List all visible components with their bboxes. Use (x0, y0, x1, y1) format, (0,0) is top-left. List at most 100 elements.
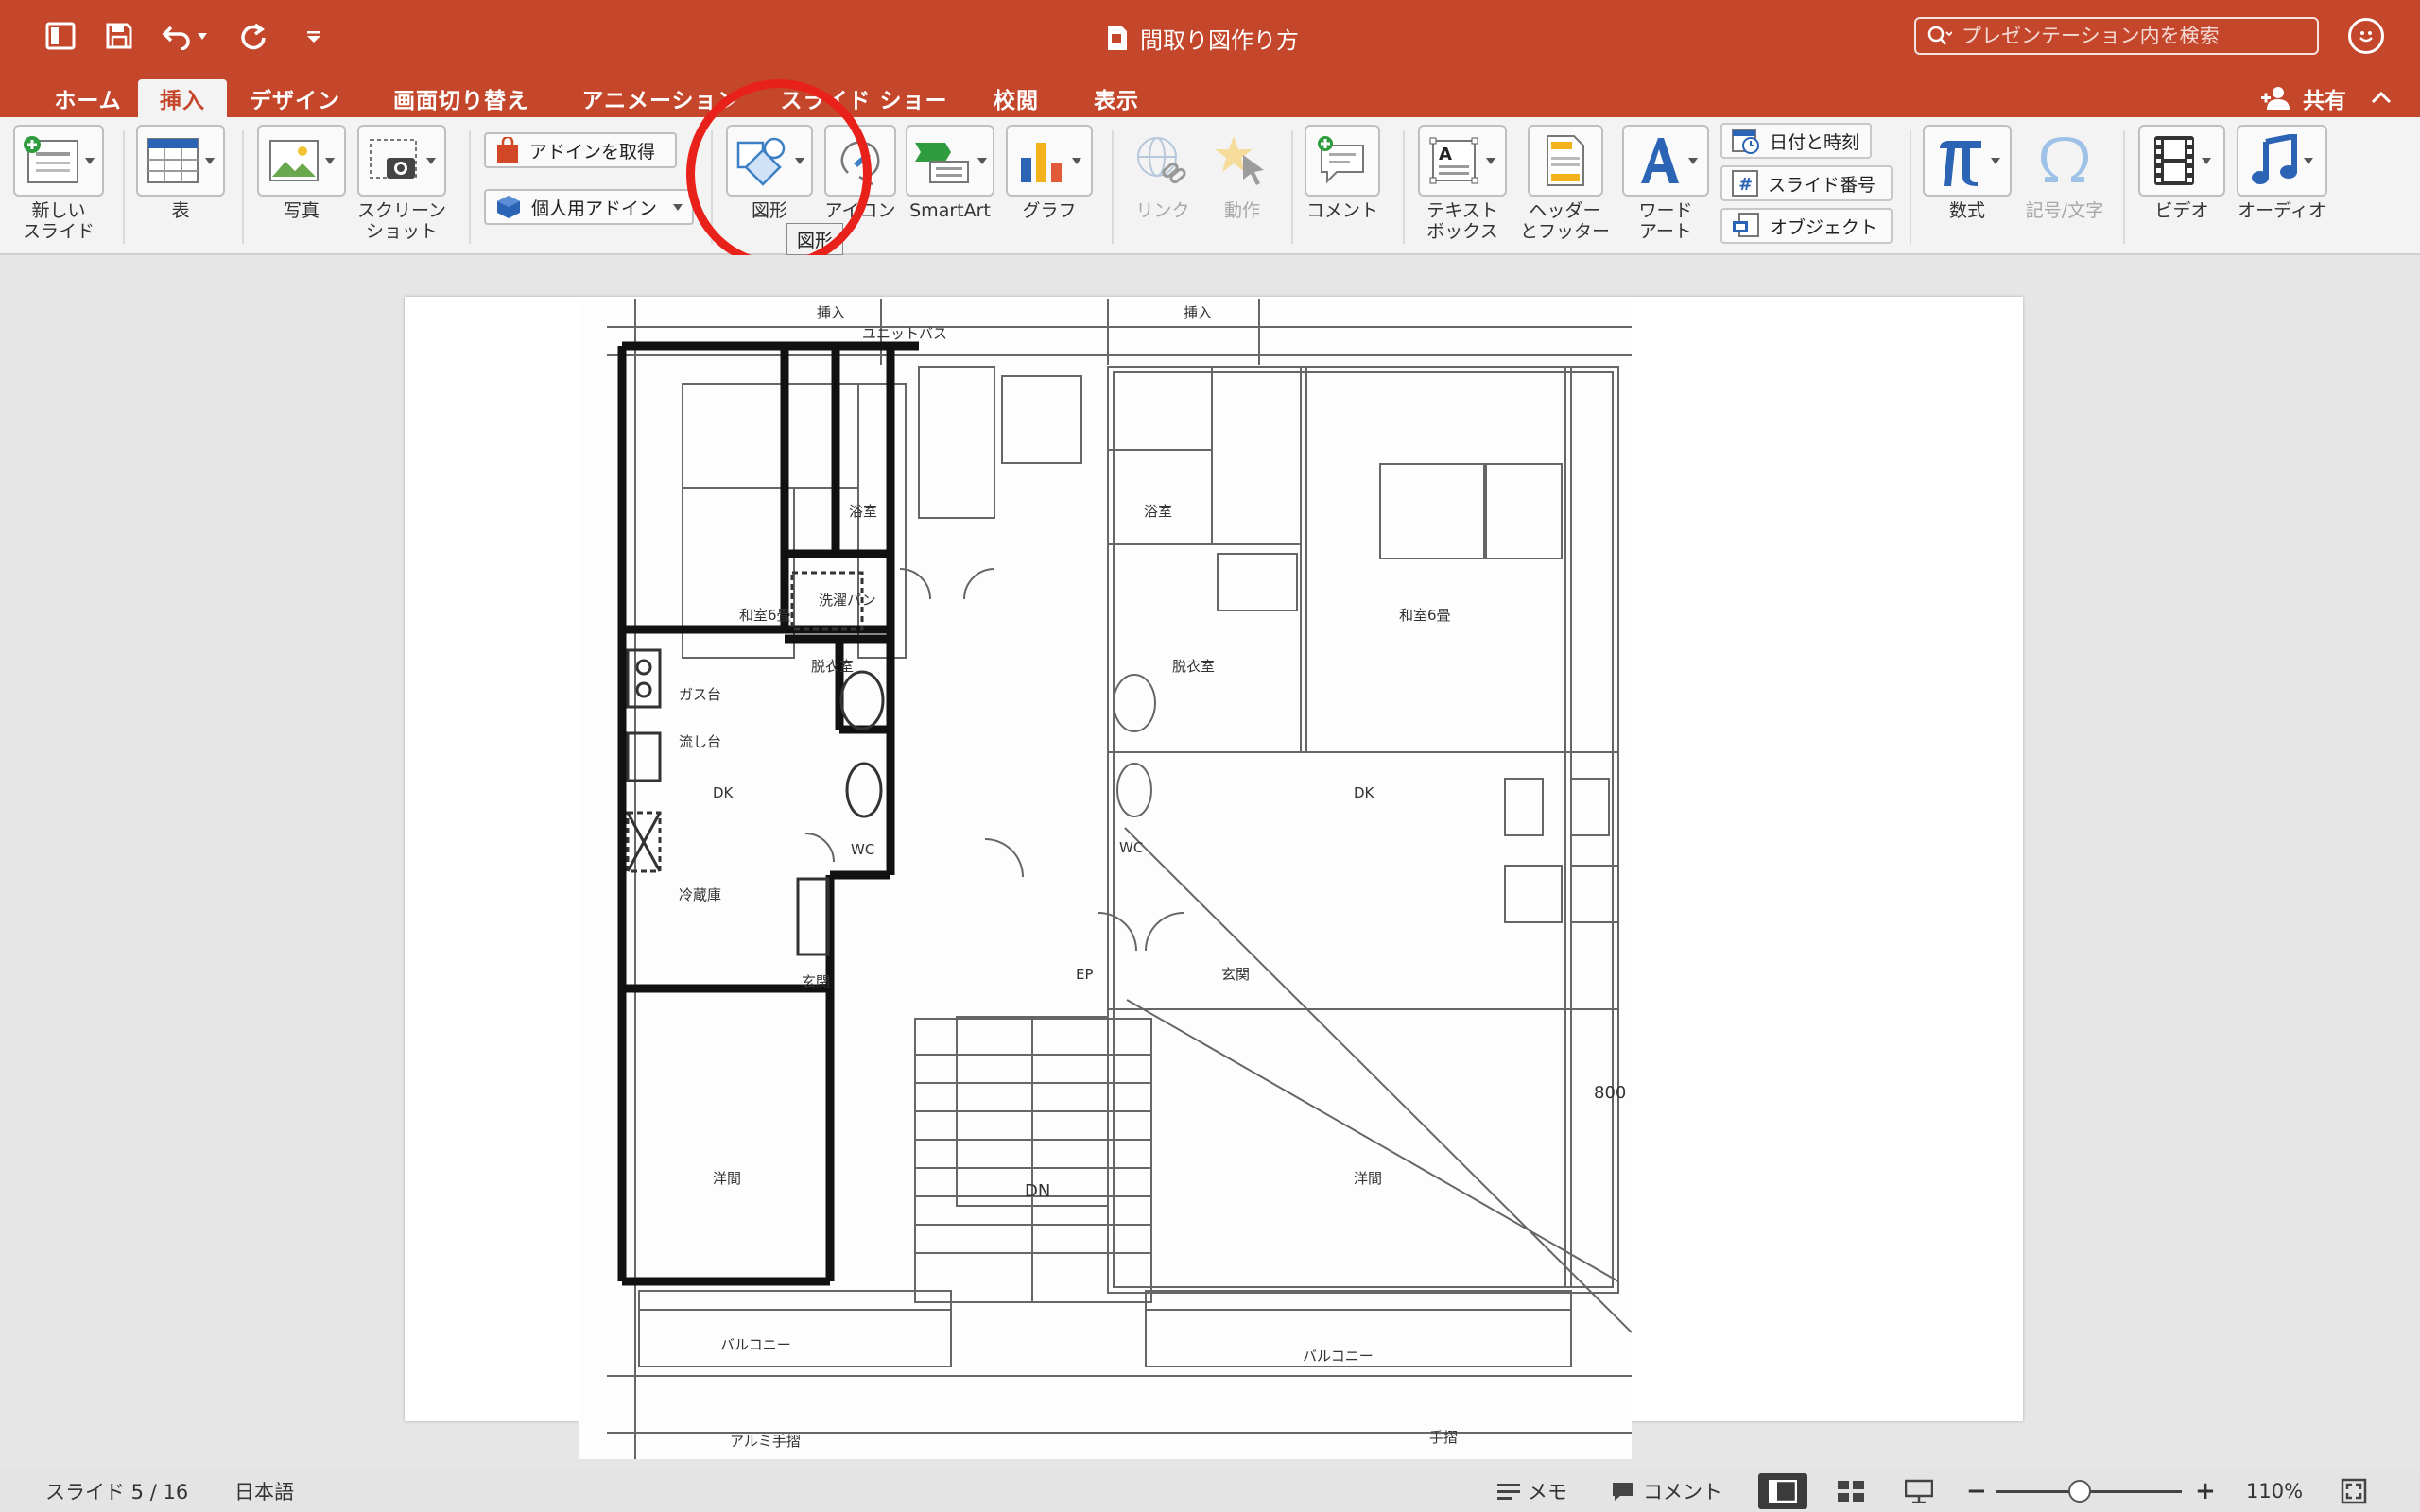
plan-label-dressing-right: 脱衣室 (1172, 658, 1215, 675)
zoom-in-icon[interactable]: + (2195, 1469, 2216, 1512)
video-label: ビデオ (2154, 200, 2209, 221)
ribbon-tab-bar: ホーム 挿入 デザイン 画面切り替え アニメーション スライド ショー 校閲 表… (0, 74, 2420, 117)
screenshot-button[interactable]: スクリーン ショット (357, 125, 446, 242)
icons-label: アイコン (824, 200, 896, 221)
slide-counter: スライド 5 / 16 (45, 1481, 189, 1503)
search-box[interactable] (1914, 17, 2319, 55)
zoom-slider-thumb[interactable] (2068, 1480, 2092, 1503)
plan-label-unit-bath: ユニットバス (862, 325, 947, 342)
plan-label-sink: 流し台 (679, 733, 721, 750)
fit-to-window-icon[interactable] (2341, 1469, 2367, 1512)
date-time-button[interactable]: 日付と時刻 (1720, 123, 1872, 159)
plan-label-wc-right: WC (1119, 839, 1143, 856)
plan-label-800: 800 (1594, 1083, 1626, 1103)
picture-button[interactable]: 写真 (257, 125, 346, 221)
plan-label-western-left: 洋間 (713, 1170, 741, 1187)
language-indicator[interactable]: 日本語 (234, 1469, 294, 1512)
icons-button[interactable]: アイコン (824, 125, 896, 221)
undo-dropdown-icon[interactable] (193, 17, 212, 55)
slide-sorter-button[interactable] (1826, 1473, 1876, 1509)
get-addins-button[interactable]: アドインを取得 (484, 132, 677, 168)
ribbon-separator (2123, 130, 2125, 244)
slide-number-button[interactable]: # スライド番号 (1720, 165, 1893, 201)
object-button[interactable]: オブジェクト (1720, 208, 1893, 244)
comment-bubble-icon (1613, 1483, 1634, 1501)
redo-icon[interactable] (233, 17, 274, 55)
tab-review[interactable]: 校閲 (983, 79, 1049, 117)
zoom-out-icon[interactable]: − (1966, 1469, 1987, 1512)
screenshot-label: スクリーン ショット (357, 200, 447, 242)
search-icon (1927, 26, 1952, 45)
header-footer-icon (1546, 135, 1584, 186)
link-button[interactable]: リンク (1127, 125, 1199, 221)
tab-home[interactable]: ホーム (26, 79, 149, 117)
textbox-button[interactable]: A テキスト ボックス (1418, 125, 1507, 242)
music-note-icon (2252, 134, 2297, 184)
new-slide-button[interactable]: 新しい スライド (13, 125, 104, 242)
zoom-level[interactable]: 110% (2246, 1469, 2303, 1512)
audio-button[interactable]: オーディオ (2237, 125, 2327, 221)
wordart-button[interactable]: ワード アート (1622, 125, 1709, 242)
save-icon[interactable] (98, 17, 140, 55)
chart-icon (1021, 143, 1062, 182)
symbol-label: 記号/文字 (2025, 200, 2104, 221)
notes-label: メモ (1528, 1481, 1567, 1503)
customize-toolbar-icon[interactable] (293, 17, 335, 55)
table-icon (147, 138, 199, 183)
collapse-ribbon-icon[interactable] (2365, 81, 2397, 113)
tab-animations[interactable]: アニメーション (571, 79, 751, 117)
get-addins-label: アドインを取得 (529, 141, 656, 163)
wordart-icon (1641, 138, 1679, 183)
header-footer-label: ヘッダー とフッター (1520, 200, 1611, 242)
icons-icon (840, 141, 880, 186)
equation-button[interactable]: 数式 (1923, 125, 2012, 221)
symbol-button[interactable]: 記号/文字 (2019, 125, 2110, 221)
plan-label-entrance-left: 玄関 (802, 973, 830, 990)
tab-design[interactable]: デザイン (248, 79, 342, 117)
ribbon-separator (1403, 130, 1405, 244)
feedback-smiley-icon[interactable] (2348, 18, 2384, 54)
document-title-text: 間取り図作り方 (1140, 26, 1299, 54)
smartart-button[interactable]: SmartArt (906, 125, 994, 221)
notes-button[interactable]: メモ (1497, 1469, 1567, 1512)
tab-view[interactable]: 表示 (1083, 79, 1150, 117)
header-footer-button[interactable]: ヘッダー とフッター (1520, 125, 1610, 242)
shapes-label: 図形 (751, 200, 787, 221)
plan-label-japanese-left: 和室6畳 (739, 607, 791, 624)
tab-insert[interactable]: 挿入 (138, 79, 227, 117)
floor-plan-image[interactable]: 挿入 挿入 ユニットバス 和室6畳 和室6畳 浴室 浴室 洗濯パン 脱衣室 脱衣… (579, 299, 1633, 1459)
tab-transitions[interactable]: 画面切り替え (386, 79, 537, 117)
plan-label-western-right: 洋間 (1354, 1170, 1382, 1187)
plan-label-balcony-right: バルコニー (1303, 1348, 1374, 1365)
table-label: 表 (171, 200, 190, 221)
normal-view-button[interactable] (1758, 1473, 1807, 1509)
smartart-icon (915, 143, 969, 183)
tab-slideshow[interactable]: スライド ショー (779, 79, 949, 117)
reading-view-button[interactable] (1894, 1473, 1944, 1509)
omega-icon (2041, 137, 2088, 182)
plan-label-washer-pan: 洗濯パン (819, 592, 876, 609)
shapes-tooltip: 図形 (786, 223, 844, 255)
cube-icon (497, 196, 520, 218)
action-button[interactable]: 動作 (1206, 125, 1278, 221)
search-input[interactable] (1962, 25, 2283, 47)
comment-icon (1318, 136, 1364, 184)
shapes-button[interactable]: 図形 (726, 125, 813, 221)
table-button[interactable]: 表 (136, 125, 225, 221)
my-addins-button[interactable]: 個人用アドイン (484, 189, 694, 225)
object-icon (1733, 213, 1759, 237)
sidebar-icon[interactable] (40, 17, 81, 55)
action-label: 動作 (1223, 200, 1260, 221)
video-button[interactable]: ビデオ (2138, 125, 2225, 221)
link-label: リンク (1135, 200, 1190, 221)
comments-button[interactable]: コメント (1611, 1469, 1722, 1512)
plan-label-wc-left: WC (851, 841, 874, 858)
share-button[interactable]: 共有 (2259, 79, 2346, 117)
comment-button[interactable]: コメント (1305, 125, 1380, 221)
comment-label: コメント (1305, 200, 1378, 221)
calendar-clock-icon (1732, 129, 1759, 154)
powerpoint-file-icon (1108, 26, 1127, 50)
plan-label-dn: DN (1025, 1181, 1050, 1201)
link-icon (1137, 137, 1186, 184)
chart-button[interactable]: グラフ (1006, 125, 1093, 221)
